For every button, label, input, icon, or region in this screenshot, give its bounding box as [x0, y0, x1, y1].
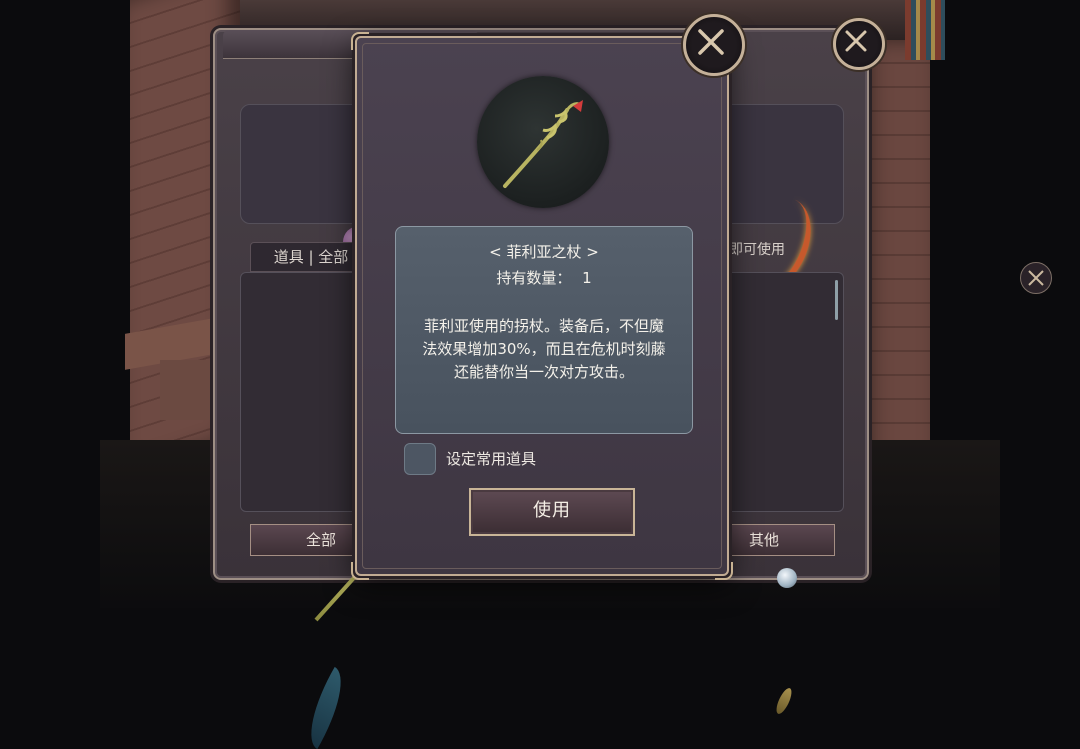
room-wall-right	[860, 40, 930, 470]
favorite-toggle-row[interactable]: 设定常用道具	[404, 442, 624, 476]
item-portrait	[477, 76, 609, 208]
bookshelf	[905, 0, 945, 60]
feather-item-icon[interactable]	[294, 666, 358, 749]
staff-icon	[503, 100, 583, 188]
quantity-value: 1	[582, 269, 592, 287]
usage-hint: 具即可使用	[715, 242, 785, 258]
wooden-crate	[160, 360, 220, 420]
item-name: < 菲利亚之杖 >	[489, 243, 599, 261]
pearl-item-icon[interactable]	[777, 568, 797, 588]
tab-items-all[interactable]: 道具 | 全部	[250, 242, 372, 272]
item-info-box: < 菲利亚之杖 > 持有数量： 1 菲利亚使用的拐杖。装备后，不但魔法效果增加3…	[395, 226, 693, 434]
quantity-label: 持有数量：	[496, 269, 572, 287]
quantity-row: 持有数量： 1	[396, 267, 692, 288]
close-x-icon	[698, 29, 724, 55]
item-description: 菲利亚使用的拐杖。装备后，不但魔法效果增加30%，而且在危机时刻藤还能替你当一次…	[422, 317, 666, 381]
favorite-checkbox[interactable]	[404, 443, 436, 475]
close-dialog-button[interactable]	[683, 14, 745, 76]
use-button[interactable]: 使用	[469, 488, 635, 536]
clear-icon[interactable]	[1020, 262, 1052, 294]
favorite-label: 设定常用道具	[446, 450, 537, 468]
leaf-item-icon[interactable]	[773, 686, 795, 716]
grid-scrollbar[interactable]	[835, 280, 838, 320]
close-x-icon	[845, 30, 867, 52]
close-storage-button[interactable]	[833, 18, 885, 70]
item-detail-dialog: < 菲利亚之杖 > 持有数量： 1 菲利亚使用的拐杖。装备后，不但魔法效果增加3…	[351, 32, 733, 580]
